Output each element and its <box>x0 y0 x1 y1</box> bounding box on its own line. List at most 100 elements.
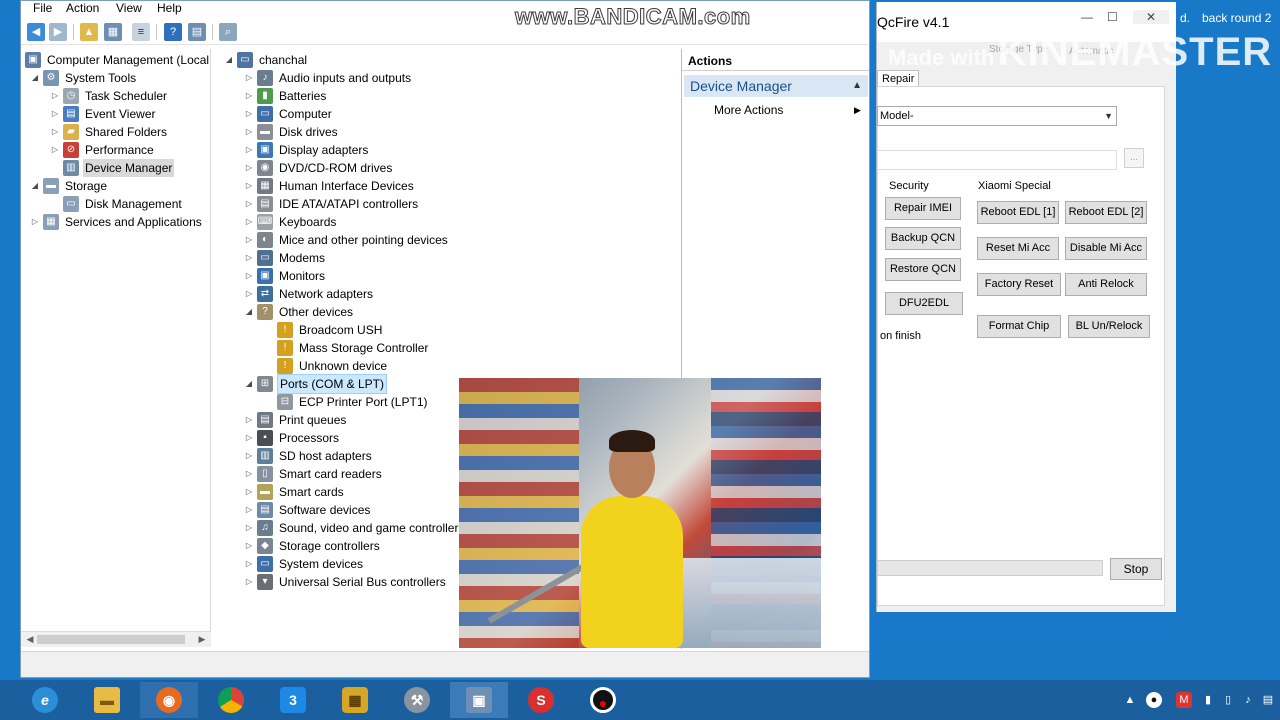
taskbar-file-explorer[interactable]: ▬ <box>78 682 136 718</box>
expand-icon[interactable]: ▷ <box>243 285 255 303</box>
device-category[interactable]: ▷ ▾ Universal Serial Bus controllers <box>243 573 448 591</box>
taskbar-computer-management[interactable]: ▣ <box>450 682 508 718</box>
taskbar-bandicam[interactable]: ● <box>574 682 632 718</box>
tray-record-icon[interactable]: ● <box>1146 692 1162 708</box>
collapse-up-icon[interactable]: ▲ <box>852 75 862 97</box>
collapse-icon[interactable]: ◢ <box>243 303 255 321</box>
show-hide-tree-icon[interactable]: ▦ <box>104 23 122 41</box>
device-category[interactable]: ▷ ♪ Audio inputs and outputs <box>243 69 413 87</box>
collapse-icon[interactable]: ◢ <box>223 51 235 69</box>
taskbar-app-s[interactable]: S <box>512 682 570 718</box>
expand-icon[interactable]: ▷ <box>243 429 255 447</box>
device-category[interactable]: ▷ ⇄ Network adapters <box>243 285 375 303</box>
expand-icon[interactable]: ▷ <box>243 69 255 87</box>
reset-mi-account-button[interactable]: Reset Mi Acc <box>977 237 1059 260</box>
device-category[interactable]: ▷ ▤ IDE ATA/ATAPI controllers <box>243 195 420 213</box>
device-category[interactable]: ▷ ▭ Computer <box>243 105 334 123</box>
expand-icon[interactable]: ▷ <box>243 249 255 267</box>
expand-icon[interactable]: ▷ <box>243 555 255 573</box>
forward-arrow-icon[interactable]: ▶ <box>49 23 67 41</box>
device-category[interactable]: ▷ ▤ Software devices <box>243 501 372 519</box>
disable-mi-account-button[interactable]: Disable Mi Acc <box>1065 237 1147 260</box>
tree-item-computer-root[interactable]: ◢ ▭ chanchal <box>223 51 309 69</box>
tree-item-performance[interactable]: ▷ ⊘ Performance <box>49 141 156 159</box>
expand-icon[interactable]: ▷ <box>243 501 255 519</box>
device-category[interactable]: ▷ ▬ Disk drives <box>243 123 340 141</box>
taskbar-firefox[interactable]: ◉ <box>140 682 198 718</box>
scroll-right-icon[interactable]: ▶ <box>195 633 209 646</box>
device-category[interactable]: ▷ ▤ Print queues <box>243 411 348 429</box>
help-icon[interactable]: ? <box>164 23 182 41</box>
scroll-left-icon[interactable]: ◀ <box>23 633 37 646</box>
device-category[interactable]: ▷ ◆ Storage controllers <box>243 537 382 555</box>
device-category[interactable]: ▷ ▮ Batteries <box>243 87 328 105</box>
taskbar-chrome[interactable] <box>202 682 260 718</box>
scan-hardware-icon[interactable]: ⌕ <box>219 23 237 41</box>
menu-view[interactable]: View <box>112 1 146 16</box>
horizontal-scrollbar[interactable]: ◀ ▶ <box>21 631 211 647</box>
bl-unrelock-button[interactable]: BL Un/Relock <box>1068 315 1150 338</box>
expand-icon[interactable]: ▷ <box>243 483 255 501</box>
expand-icon[interactable]: ▷ <box>243 519 255 537</box>
expand-icon[interactable]: ▷ <box>243 195 255 213</box>
expand-icon[interactable]: ▷ <box>243 105 255 123</box>
expand-icon[interactable]: ▷ <box>49 105 61 123</box>
expand-icon[interactable]: ▷ <box>243 231 255 249</box>
expand-icon[interactable]: ▷ <box>243 573 255 591</box>
repair-imei-button[interactable]: Repair IMEI <box>885 197 961 220</box>
device-item[interactable]: ! Broadcom USH <box>277 321 384 339</box>
tree-item-services[interactable]: ▷ ▦ Services and Applications <box>29 213 204 231</box>
tree-item-system-tools[interactable]: ◢ ⚙ System Tools <box>29 69 138 87</box>
menu-file[interactable]: File <box>29 1 56 16</box>
expand-icon[interactable]: ▷ <box>29 213 41 231</box>
taskbar-tool[interactable]: ⚒ <box>388 682 446 718</box>
factory-reset-button[interactable]: Factory Reset <box>977 273 1061 296</box>
menu-help[interactable]: Help <box>153 1 186 16</box>
tree-item-disk-management[interactable]: ▭ Disk Management <box>63 195 184 213</box>
device-category-selected[interactable]: ◢ ⊞ Ports (COM & LPT) <box>243 374 388 394</box>
tray-battery-icon[interactable]: ▯ <box>1220 692 1236 708</box>
actions-section-device-manager[interactable]: Device Manager ▲ <box>684 75 868 97</box>
minimize-icon[interactable]: — <box>1081 10 1093 24</box>
device-category[interactable]: ◢? Other devices <box>243 303 355 321</box>
more-actions-item[interactable]: More Actions ▶ <box>714 101 861 119</box>
tree-item-computer-management[interactable]: ▣ Computer Management (Local <box>25 51 210 69</box>
expand-icon[interactable]: ▷ <box>243 123 255 141</box>
device-category[interactable]: ▷ ◉ DVD/CD-ROM drives <box>243 159 394 177</box>
expand-icon[interactable]: ▷ <box>49 141 61 159</box>
scroll-thumb[interactable] <box>37 635 185 644</box>
restore-qcn-button[interactable]: Restore QCN <box>885 258 961 281</box>
anti-relock-button[interactable]: Anti Relock <box>1065 273 1147 296</box>
show-hidden-icons-icon[interactable]: ▲ <box>1122 692 1138 708</box>
tree-item-storage[interactable]: ◢ ▬ Storage <box>29 177 109 195</box>
tray-volume-icon[interactable]: ♪ <box>1240 692 1256 708</box>
device-item[interactable]: ! Mass Storage Controller <box>277 339 430 357</box>
expand-icon[interactable]: ▷ <box>243 141 255 159</box>
device-category[interactable]: ▷ ◐ Mice and other pointing devices <box>243 231 450 249</box>
expand-icon[interactable]: ▷ <box>243 447 255 465</box>
expand-icon[interactable]: ▷ <box>243 465 255 483</box>
stop-button[interactable]: Stop <box>1110 558 1162 580</box>
maximize-icon[interactable]: ☐ <box>1107 10 1118 24</box>
device-category[interactable]: ▷ ▭ Modems <box>243 249 327 267</box>
expand-icon[interactable]: ▷ <box>243 411 255 429</box>
properties-icon[interactable]: ▤ <box>188 23 206 41</box>
expand-icon[interactable]: ▷ <box>49 123 61 141</box>
device-category[interactable]: ▷ ▥ SD host adapters <box>243 447 374 465</box>
collapse-icon[interactable]: ◢ <box>29 69 41 87</box>
reboot-edl-2-button[interactable]: Reboot EDL [2] <box>1065 201 1147 224</box>
expand-icon[interactable]: ▷ <box>243 159 255 177</box>
device-item[interactable]: ! Unknown device <box>277 357 389 375</box>
format-chip-button[interactable]: Format Chip <box>977 315 1061 338</box>
expand-icon[interactable]: ▷ <box>243 213 255 231</box>
expand-icon[interactable]: ▷ <box>243 537 255 555</box>
back-arrow-icon[interactable]: ◀ <box>27 23 45 41</box>
export-list-icon[interactable]: ≡ <box>132 23 150 41</box>
model-select[interactable]: Model- ▼ <box>877 106 1117 126</box>
device-category[interactable]: ▷ ▬ Smart cards <box>243 483 346 501</box>
device-category[interactable]: ▷ ▣ Display adapters <box>243 141 370 159</box>
tray-notification-icon[interactable]: ▤ <box>1260 692 1276 708</box>
tray-network-icon[interactable]: ▮ <box>1200 692 1216 708</box>
expand-icon[interactable]: ▷ <box>243 87 255 105</box>
device-category[interactable]: ▷ ▣ Monitors <box>243 267 327 285</box>
